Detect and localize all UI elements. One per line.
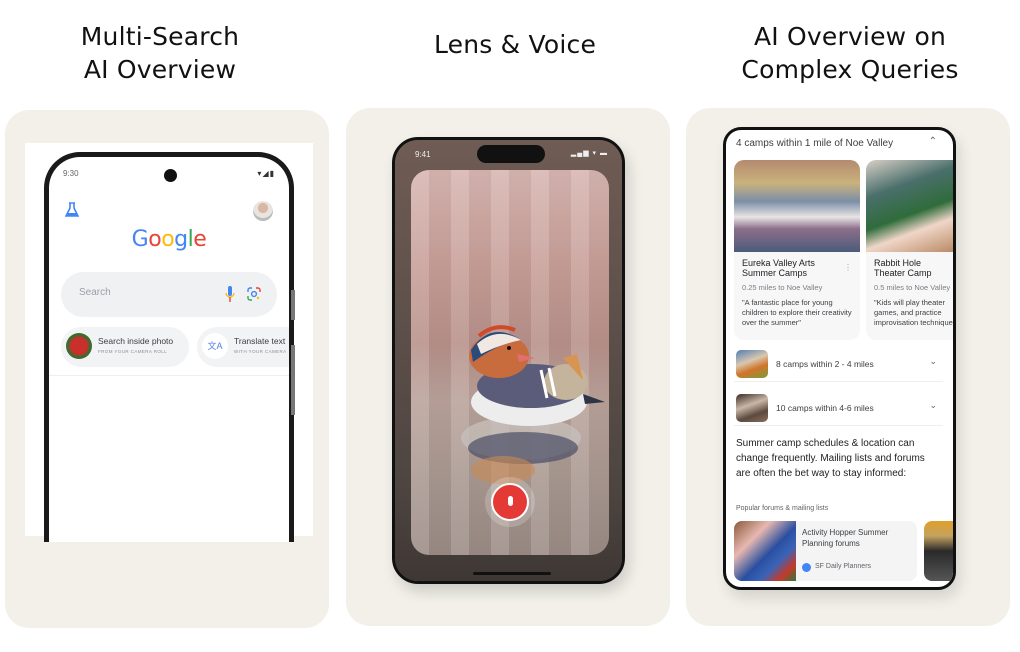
chevron-down-icon[interactable]: ⌄ <box>929 356 937 367</box>
chip-search-inside-photo[interactable]: Search inside photo FROM YOUR CAMERA ROL… <box>61 327 189 367</box>
group-label: 8 camps within 2 - 4 miles <box>776 359 874 369</box>
photo-thumbnail <box>66 333 92 359</box>
chip-subtitle: FROM YOUR CAMERA ROLL <box>98 349 168 354</box>
forum-source: SF Daily Planners <box>815 563 872 570</box>
status-time: 9:41 <box>415 150 431 159</box>
forum-title: Activity Hopper Summer Planning forums <box>802 528 889 548</box>
mandarin-duck-image <box>461 325 605 484</box>
phone-lens-voice: 9:41 ▂▄▆ ▾ ▬ <box>392 137 625 584</box>
home-indicator[interactable] <box>473 572 551 575</box>
lens-camera-view[interactable] <box>411 170 609 555</box>
chip-title: Search inside photo <box>98 336 174 346</box>
chevron-up-icon[interactable]: ⌃ <box>929 136 937 147</box>
account-avatar[interactable] <box>253 201 273 221</box>
logo-letter: g <box>174 227 188 252</box>
forums-section-label: Popular forums & mailing lists <box>736 505 829 512</box>
chip-subtitle: WITH YOUR CAMERA <box>234 349 287 354</box>
title-line: Complex Queries <box>741 55 959 84</box>
status-icons: ▾◢▮ <box>257 169 275 178</box>
overview-summary: Summer camp schedules & location can cha… <box>736 438 925 479</box>
camp-group-row[interactable]: 10 camps within 4-6 miles ⌄ <box>734 390 943 426</box>
translate-icon: 文A <box>202 333 228 359</box>
labs-flask-icon[interactable] <box>65 202 79 218</box>
column-title-lens-voice: Lens & Voice <box>355 28 675 61</box>
camp-distance: 0.5 miles to Noe Valley <box>874 283 951 292</box>
search-bar[interactable]: Search <box>61 272 277 317</box>
microphone-icon <box>508 496 513 506</box>
camp-distance: 0.25 miles to Noe Valley <box>742 283 823 292</box>
camp-card[interactable]: Rabbit Hole Theater Camp 0.5 miles to No… <box>866 160 956 340</box>
logo-letter: o <box>161 227 175 252</box>
forum-card-partial[interactable] <box>924 521 953 581</box>
google-lens-icon[interactable] <box>247 287 261 301</box>
logo-letter: e <box>193 227 207 252</box>
microphone-icon[interactable] <box>225 286 235 303</box>
phone-side-button <box>291 345 295 415</box>
group-thumbnail <box>736 394 768 422</box>
camp-photo <box>866 160 953 252</box>
title-line: AI Overview on <box>753 22 946 51</box>
chevron-down-icon[interactable]: ⌄ <box>929 400 937 411</box>
overview-header: 4 camps within 1 mile of Noe Valley <box>736 138 894 149</box>
source-logo-icon <box>802 563 811 572</box>
column-title-multi-search: Multi-Search AI Overview <box>10 20 310 86</box>
phone-side-button <box>291 290 295 320</box>
camp-name: Eureka Valley Arts Summer Camps <box>742 258 815 278</box>
logo-letter: o <box>148 227 162 252</box>
camp-quote: "A fantastic place for young children to… <box>742 298 852 327</box>
forum-card[interactable]: Activity Hopper Summer Planning forums S… <box>734 521 917 581</box>
voice-search-button[interactable] <box>491 483 529 521</box>
camp-card[interactable]: Eureka Valley Arts Summer Camps ⋮ 0.25 m… <box>734 160 860 340</box>
more-options-icon[interactable]: ⋮ <box>844 263 852 272</box>
google-logo: Google <box>49 227 289 252</box>
camp-quote: "Kids will play theater games, and pract… <box>874 298 956 327</box>
group-label: 10 camps within 4-6 miles <box>776 403 874 413</box>
phone-google-home: 9:30 ▾◢▮ Google Search Search inside pho… <box>44 152 294 542</box>
camp-name: Rabbit Hole Theater Camp <box>874 258 932 278</box>
dynamic-island <box>477 145 545 163</box>
search-placeholder: Search <box>79 287 111 298</box>
phone-ai-overview: 4 camps within 1 mile of Noe Valley ⌃ Eu… <box>723 127 956 590</box>
logo-letter: G <box>131 227 149 252</box>
title-line: AI Overview <box>83 55 237 84</box>
group-thumbnail <box>736 350 768 378</box>
status-icons: ▂▄▆ ▾ ▬ <box>570 150 608 157</box>
camp-photo <box>734 160 860 252</box>
camera-cutout <box>164 169 177 182</box>
chip-translate-text[interactable]: 文A Translate text WITH YOUR CAMERA <box>197 327 289 367</box>
title-line: Lens & Voice <box>433 30 597 59</box>
forum-photo <box>734 521 796 581</box>
title-line: Multi-Search <box>80 22 240 51</box>
column-title-complex-queries: AI Overview on Complex Queries <box>690 20 1010 86</box>
status-time: 9:30 <box>63 169 79 178</box>
chip-title: Translate text <box>234 336 286 346</box>
camp-group-row[interactable]: 8 camps within 2 - 4 miles ⌄ <box>734 346 943 382</box>
divider <box>49 375 289 376</box>
